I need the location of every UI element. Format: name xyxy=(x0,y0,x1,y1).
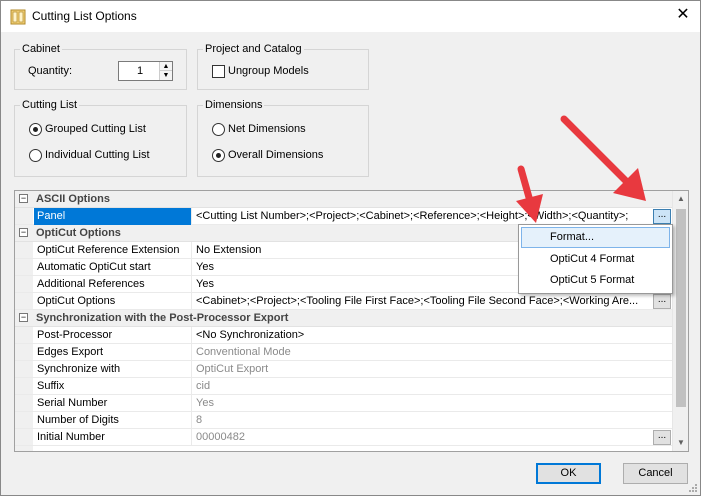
spin-down-icon[interactable]: ▼ xyxy=(160,71,172,80)
quantity-stepper[interactable]: 1 ▲ ▼ xyxy=(118,61,173,81)
property-row-panel[interactable]: Panel <Cutting List Number>;<Project>;<C… xyxy=(15,208,673,225)
cabinet-group: Cabinet Quantity: 1 ▲ ▼ xyxy=(14,42,187,90)
resize-grip-icon[interactable] xyxy=(688,483,698,493)
dimensions-group-title: Dimensions xyxy=(203,98,265,112)
property-name[interactable]: OptiCut Reference Extension xyxy=(34,242,191,259)
individual-cutting-list-label[interactable]: Individual Cutting List xyxy=(45,149,150,161)
property-name[interactable]: OptiCut Options xyxy=(34,293,191,310)
ellipsis-button[interactable]: ... xyxy=(653,209,671,224)
category-synchronization[interactable]: − Synchronization with the Post-Processo… xyxy=(15,310,673,327)
title-bar: Cutting List Options ✕ xyxy=(1,1,700,32)
menu-item-format[interactable]: Format... xyxy=(521,227,670,248)
dimensions-group: Dimensions Net Dimensions Overall Dimens… xyxy=(197,98,369,177)
grouped-cutting-list-radio[interactable] xyxy=(29,123,42,136)
quantity-value[interactable]: 1 xyxy=(119,65,161,77)
cutting-list-options-dialog: Cutting List Options ✕ Cabinet Quantity:… xyxy=(0,0,701,496)
collapse-icon[interactable]: − xyxy=(19,313,28,322)
cutting-list-group: Cutting List Grouped Cutting List Indivi… xyxy=(14,98,187,177)
scroll-thumb[interactable] xyxy=(676,209,686,407)
property-row[interactable]: Suffix cid xyxy=(15,378,673,395)
scroll-up-icon[interactable]: ▲ xyxy=(673,191,689,207)
spin-up-icon[interactable]: ▲ xyxy=(160,62,172,71)
property-name[interactable]: Suffix xyxy=(34,378,191,395)
property-value[interactable]: <No Synchronization> xyxy=(191,327,673,344)
overall-dimensions-radio[interactable] xyxy=(212,149,225,162)
individual-cutting-list-radio[interactable] xyxy=(29,149,42,162)
ellipsis-button[interactable]: ... xyxy=(653,294,671,309)
grouped-cutting-list-label[interactable]: Grouped Cutting List xyxy=(45,123,146,135)
property-name[interactable]: Initial Number xyxy=(34,429,191,446)
property-row[interactable]: Initial Number 00000482 ... xyxy=(15,429,673,446)
category-label: OptiCut Options xyxy=(36,227,121,239)
net-dimensions-label[interactable]: Net Dimensions xyxy=(228,123,306,135)
cabinet-group-title: Cabinet xyxy=(20,42,62,56)
property-name[interactable]: Synchronize with xyxy=(34,361,191,378)
menu-item-opticut-5-format[interactable]: OptiCut 5 Format xyxy=(521,270,670,291)
property-name[interactable]: Serial Number xyxy=(34,395,191,412)
overall-dimensions-label[interactable]: Overall Dimensions xyxy=(228,149,323,161)
close-button[interactable]: ✕ xyxy=(668,2,698,30)
property-row[interactable]: Number of Digits 8 xyxy=(15,412,673,429)
quantity-spin-buttons: ▲ ▼ xyxy=(159,62,172,80)
cutting-list-group-title: Cutting List xyxy=(20,98,80,112)
cutting-list-icon xyxy=(10,9,26,25)
property-value[interactable]: cid xyxy=(191,378,673,395)
property-name[interactable]: Additional References xyxy=(34,276,191,293)
property-row[interactable]: OptiCut Options <Cabinet>;<Project>;<Too… xyxy=(15,293,673,310)
ok-button[interactable]: OK xyxy=(536,463,601,484)
scroll-down-icon[interactable]: ▼ xyxy=(673,435,689,451)
category-label: Synchronization with the Post-Processor … xyxy=(36,312,289,324)
category-label: ASCII Options xyxy=(36,193,110,205)
property-row[interactable]: Serial Number Yes xyxy=(15,395,673,412)
project-catalog-group-title: Project and Catalog xyxy=(203,42,304,56)
window-title: Cutting List Options xyxy=(32,9,137,23)
property-row[interactable]: Synchronize with OptiCut Export xyxy=(15,361,673,378)
collapse-icon[interactable]: − xyxy=(19,194,28,203)
property-value[interactable]: <Cabinet>;<Project>;<Tooling File First … xyxy=(191,293,651,310)
property-name[interactable]: Automatic OptiCut start xyxy=(34,259,191,276)
quantity-label: Quantity: xyxy=(28,65,73,77)
property-name[interactable]: Post-Processor xyxy=(34,327,191,344)
collapse-icon[interactable]: − xyxy=(19,228,28,237)
category-ascii-options[interactable]: − ASCII Options xyxy=(15,191,673,208)
property-name[interactable]: Number of Digits xyxy=(34,412,191,429)
property-name[interactable]: Panel xyxy=(34,208,191,225)
property-row[interactable]: Post-Processor <No Synchronization> xyxy=(15,327,673,344)
property-value[interactable]: 00000482 xyxy=(191,429,651,446)
property-value[interactable]: Conventional Mode xyxy=(191,344,673,361)
ellipsis-button[interactable]: ... xyxy=(653,430,671,445)
property-value[interactable]: <Cutting List Number>;<Project>;<Cabinet… xyxy=(191,208,651,225)
project-catalog-group: Project and Catalog Ungroup Models xyxy=(197,42,369,90)
vertical-scrollbar[interactable]: ▲ ▼ xyxy=(672,191,688,451)
cancel-button[interactable]: Cancel xyxy=(623,463,688,484)
format-dropdown-menu: Format... OptiCut 4 Format OptiCut 5 For… xyxy=(518,224,673,294)
property-value[interactable]: OptiCut Export xyxy=(191,361,673,378)
property-value[interactable]: Yes xyxy=(191,395,673,412)
ungroup-models-checkbox[interactable] xyxy=(212,65,225,78)
ungroup-models-label[interactable]: Ungroup Models xyxy=(228,65,309,77)
property-value[interactable]: 8 xyxy=(191,412,673,429)
property-row[interactable]: Edges Export Conventional Mode xyxy=(15,344,673,361)
menu-item-opticut-4-format[interactable]: OptiCut 4 Format xyxy=(521,249,670,270)
property-name[interactable]: Edges Export xyxy=(34,344,191,361)
close-icon: ✕ xyxy=(676,6,690,23)
net-dimensions-radio[interactable] xyxy=(212,123,225,136)
red-arrow-icon xyxy=(560,115,646,201)
